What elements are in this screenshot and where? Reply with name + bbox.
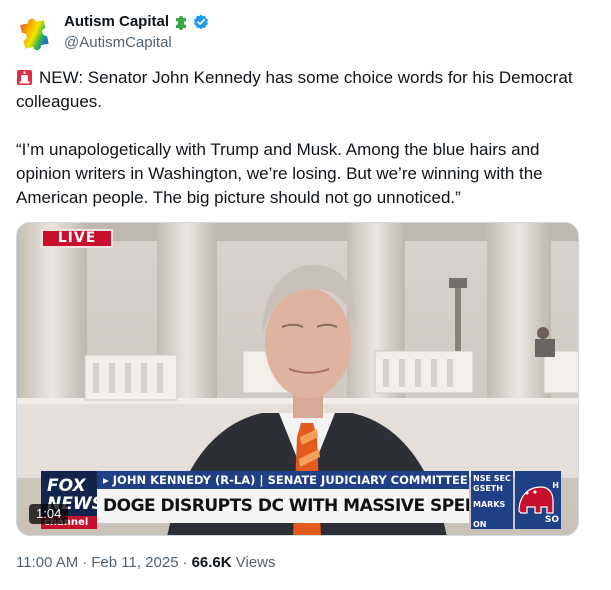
verified-badge-icon[interactable] [193, 14, 209, 30]
separator-dot: · [82, 554, 88, 571]
speaker-name-strip: ▸ JOHN KENNEDY (R-LA) | SENATE JUDICIARY… [97, 471, 469, 489]
live-badge: LIVE [41, 229, 113, 248]
side-ticker-line: NSE SEC [473, 474, 511, 483]
rainbow-puzzle-piece-icon [20, 18, 49, 51]
author-display-name[interactable]: Autism Capital [64, 13, 169, 30]
author-names: Autism Capital @AutismCapital [64, 12, 209, 53]
green-puzzle-piece-icon [173, 14, 189, 30]
tweet-meta: 11:00 AM · Feb 11, 2025 · 66.6K Views [16, 553, 276, 573]
video-player[interactable]: LIVE FOX NEWS channel ▸ JOHN KENNEDY (R-… [16, 222, 579, 536]
police-siren-emoji-icon [16, 69, 33, 86]
side-ticker-line: MARKS [473, 500, 506, 509]
avatar[interactable] [16, 12, 56, 52]
name-row: Autism Capital [64, 12, 209, 32]
network-logo-line1: FOX [47, 476, 86, 496]
tweet-card[interactable]: Autism Capital @AutismCapital NEW: Senat… [0, 0, 611, 590]
news-lower-third: FOX NEWS channel ▸ JOHN KENNEDY (R-LA) |… [41, 471, 561, 529]
views-label: Views [235, 554, 276, 571]
tweet-text: NEW: Senator John Kennedy has some choic… [16, 66, 591, 210]
party-graphic-bottom: SO [544, 515, 559, 525]
side-ticker-line: GSETH [473, 484, 503, 493]
tweet-date[interactable]: Feb 11, 2025 [91, 554, 178, 571]
separator-dot: · [182, 554, 188, 571]
tweet-header: Autism Capital @AutismCapital [16, 10, 209, 54]
party-graphic-tag: H [552, 481, 559, 490]
party-graphic: H SO [515, 471, 561, 529]
author-handle[interactable]: @AutismCapital [64, 33, 209, 53]
side-ticker-line: ON [473, 520, 487, 529]
video-duration-badge: 1:04 [29, 504, 69, 524]
tweet-time[interactable]: 11:00 AM [16, 554, 78, 571]
tweet-paragraph-1-text: NEW: Senator John Kennedy has some choic… [16, 68, 573, 111]
tweet-paragraph-1: NEW: Senator John Kennedy has some choic… [16, 66, 591, 114]
tweet-paragraph-2: “I’m unapologetically with Trump and Mus… [16, 140, 543, 207]
side-ticker: NSE SEC GSETH MARKS ON [471, 471, 513, 529]
views-count[interactable]: 66.6K [192, 554, 232, 571]
news-headline: DOGE DISRUPTS DC WITH MASSIVE SPENDING C… [97, 489, 469, 523]
